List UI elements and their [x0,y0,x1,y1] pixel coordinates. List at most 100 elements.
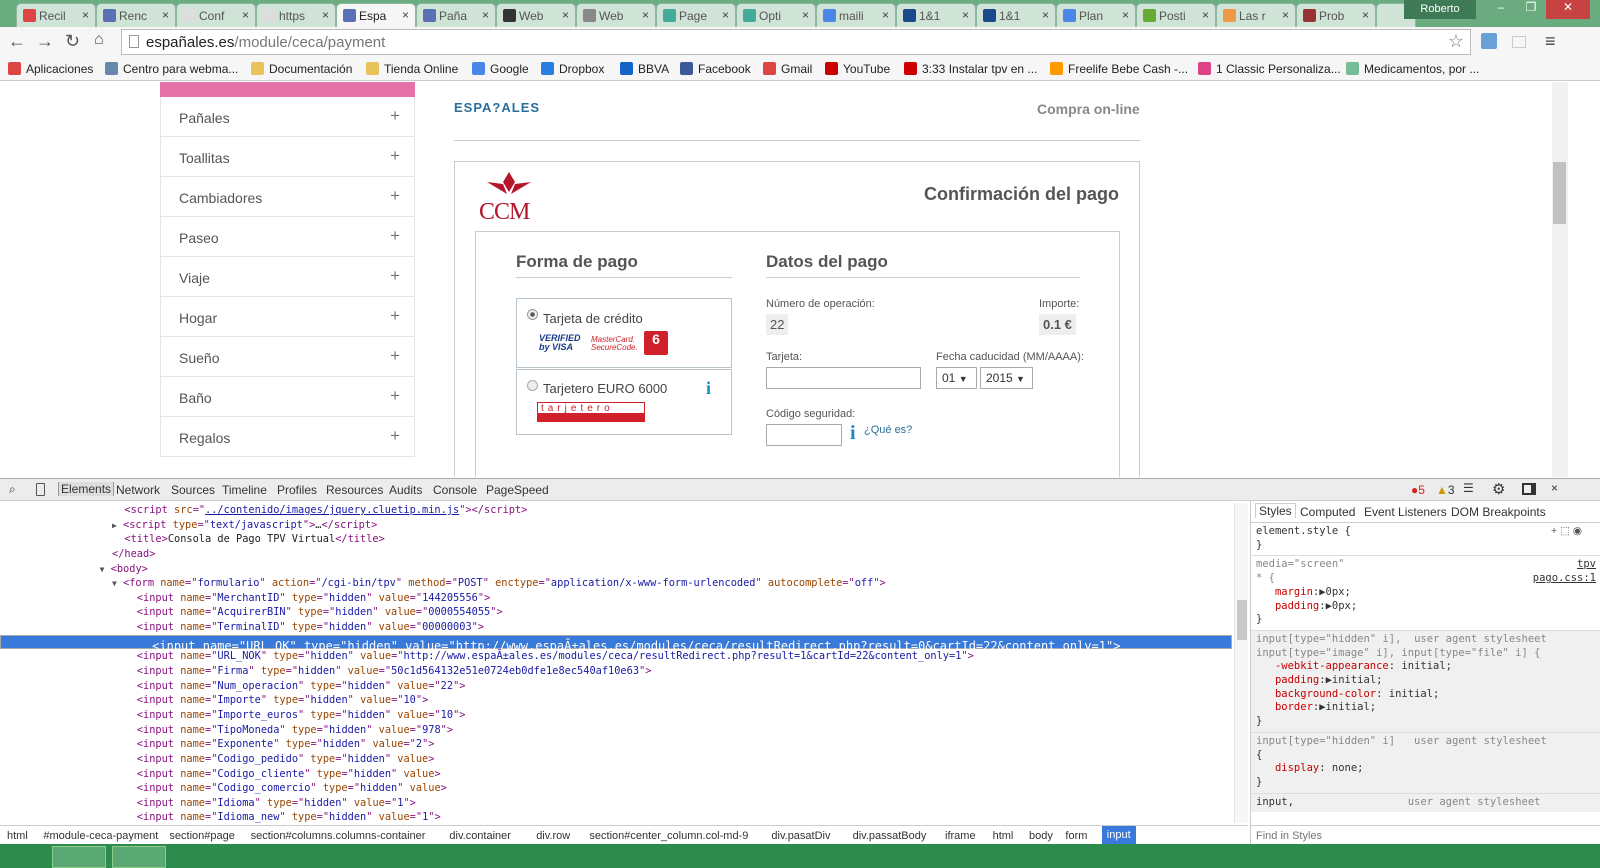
forward-button[interactable]: → [36,31,54,52]
close-devtools-icon[interactable]: × [1551,481,1558,495]
breadcrumb-item[interactable]: div.pasatDiv [771,830,830,842]
browser-tab[interactable]: Plan × [1056,3,1136,27]
dom-node[interactable]: <input name="AcquirerBIN" type="hidden" … [0,605,1232,620]
sidebar-category[interactable]: Viaje + [160,257,415,297]
expand-arrow-icon[interactable]: ▶ [112,521,117,530]
devtools-tab-profiles[interactable]: Profiles [277,483,317,497]
close-window-button[interactable]: ✕ [1546,0,1590,19]
extension-icon[interactable] [1481,33,1497,49]
expand-plus-icon[interactable]: + [390,426,400,446]
bookmark-item[interactable]: Freelife Bebe Cash -... [1050,62,1188,76]
radio-credit-card[interactable] [527,309,538,320]
info-icon[interactable]: i [706,378,711,399]
bookmark-item[interactable]: Centro para webma... [105,62,238,76]
bookmark-star-icon[interactable]: ☆ [1448,31,1464,52]
dom-node[interactable]: <input name="Exponente" type="hidden" va… [0,737,1232,752]
close-tab-icon[interactable]: × [1282,8,1289,22]
expand-plus-icon[interactable]: + [390,386,400,406]
bookmark-item[interactable]: Google [472,62,529,76]
styles-tab[interactable]: Event Listeners [1364,505,1447,519]
radio-euro6000[interactable] [527,380,538,391]
bookmark-item[interactable]: Dropbox [541,62,604,76]
browser-tab[interactable]: Page × [656,3,736,27]
dom-node[interactable]: <input name="Codigo_comercio" type="hidd… [0,781,1232,796]
bookmark-item[interactable]: Tienda Online [366,62,458,76]
expand-arrow-icon[interactable]: ▼ [100,565,105,574]
expand-plus-icon[interactable]: + [390,346,400,366]
bookmark-item[interactable]: YouTube [825,62,890,76]
dom-node[interactable]: <input name="URL_NOK" type="hidden" valu… [0,649,1232,664]
css-property[interactable]: margin [1275,586,1313,598]
devtools-tab-console[interactable]: Console [433,483,477,497]
breadcrumb-item[interactable]: iframe [945,830,976,842]
error-icon[interactable]: ●5 [1411,483,1425,497]
dom-node[interactable]: <input name="Idioma_new" type="hidden" v… [0,810,1232,823]
browser-tab[interactable]: Opti × [736,3,816,27]
close-tab-icon[interactable]: × [162,8,169,22]
close-tab-icon[interactable]: × [642,8,649,22]
back-button[interactable]: ← [8,31,26,52]
dom-node[interactable]: <input name="Num_operacion" type="hidden… [0,679,1232,694]
browser-tab[interactable]: 1&1 × [896,3,976,27]
dom-node[interactable]: <input name="TipoMoneda" type="hidden" v… [0,723,1232,738]
dom-node-selected[interactable]: <input name="URL_OK" type="hidden" value… [0,634,1232,653]
browser-tab[interactable]: Prob × [1296,3,1376,27]
breadcrumb-item[interactable]: #module-ceca-payment [43,830,158,842]
stylesheet-link[interactable]: tpv pago.css:1 [1533,558,1596,585]
dom-node[interactable]: ▼ <body> [0,562,1232,577]
dom-node[interactable]: <input name="MerchantID" type="hidden" v… [0,591,1232,606]
browser-tab[interactable]: Espa × [336,3,416,27]
dock-icon[interactable] [1522,483,1536,495]
css-value[interactable]: ▶0px; [1326,600,1358,612]
option-credit-card[interactable]: Tarjeta de crédito VERIFIED by VISA Mast… [516,298,732,368]
dom-node[interactable]: <title>Consola de Pago TPV Virtual</titl… [0,532,1232,547]
sidebar-category[interactable]: Sueño + [160,337,415,377]
bookmark-item[interactable]: Aplicaciones [8,62,93,76]
devtools-tab-sources[interactable]: Sources [171,483,215,497]
breadcrumb-item[interactable]: html [7,830,28,842]
breadcrumb-item[interactable]: html [993,830,1014,842]
breadcrumb-item[interactable]: input [1101,826,1136,845]
expand-plus-icon[interactable]: + [390,146,400,166]
menu-icon[interactable]: ≡ [1545,31,1556,52]
close-tab-icon[interactable]: × [802,8,809,22]
browser-tab[interactable]: maili × [816,3,896,27]
device-mode-icon[interactable] [36,483,45,496]
taskbar-chrome-button[interactable] [52,846,106,868]
close-tab-icon[interactable]: × [82,8,89,22]
settings-gear-icon[interactable]: ⚙ [1492,480,1505,498]
bookmark-item[interactable]: Facebook [680,62,751,76]
styles-tab[interactable]: Styles [1255,503,1296,518]
dom-node[interactable]: <input name="Codigo_pedido" type="hidden… [0,752,1232,767]
sidebar-category[interactable]: Regalos + [160,417,415,457]
bookmark-item[interactable]: 3:33 Instalar tpv en ... [904,62,1037,76]
dom-node[interactable]: <input name="Codigo_cliente" type="hidde… [0,767,1232,782]
close-tab-icon[interactable]: × [1202,8,1209,22]
minimize-button[interactable]: – [1486,0,1516,19]
browser-tab[interactable]: Web × [496,3,576,27]
close-tab-icon[interactable]: × [1042,8,1049,22]
sidebar-category[interactable]: Pañales + [160,97,415,137]
dom-tree-scrollbar[interactable] [1234,503,1248,823]
css-value[interactable]: ▶0px; [1319,586,1351,598]
expand-plus-icon[interactable]: + [390,306,400,326]
close-tab-icon[interactable]: × [882,8,889,22]
search-icon[interactable]: ⌕ [9,482,16,497]
breadcrumb-item[interactable]: div.container [449,830,511,842]
bookmark-item[interactable]: 1 Classic Personaliza... [1198,62,1341,76]
extension-icon-2[interactable] [1512,36,1526,48]
devtools-tab-audits[interactable]: Audits [389,483,422,497]
warning-icon[interactable]: ▲3 [1436,483,1455,497]
taskbar-app-button[interactable] [112,846,166,868]
close-tab-icon[interactable]: × [482,8,489,22]
bookmark-item[interactable]: Documentación [251,62,352,76]
find-in-styles-input[interactable] [1251,825,1600,845]
sidebar-category[interactable]: Cambiadores + [160,177,415,217]
dom-node[interactable]: <input name="TerminalID" type="hidden" v… [0,620,1232,635]
devtools-tab-elements[interactable]: Elements [58,482,115,496]
close-tab-icon[interactable]: × [562,8,569,22]
devtools-tab-resources[interactable]: Resources [326,483,383,497]
dom-node[interactable]: <input name="Importe_euros" type="hidden… [0,708,1232,723]
breadcrumb-item[interactable]: section#center_column.col-md-9 [589,830,748,842]
sidebar-category[interactable]: Toallitas + [160,137,415,177]
